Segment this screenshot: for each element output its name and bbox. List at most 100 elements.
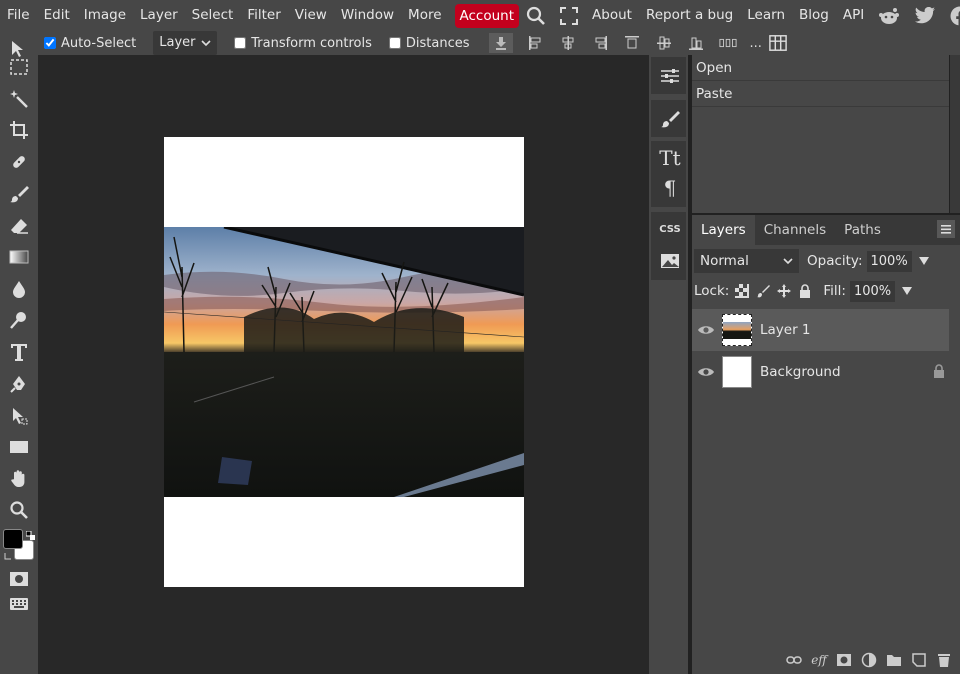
pen-tool-icon[interactable]	[6, 371, 32, 397]
lock-transparency-icon[interactable]	[734, 283, 750, 299]
type-tool-icon[interactable]	[6, 339, 32, 365]
grid-layout-icon[interactable]	[769, 34, 787, 52]
menu-bar: File Edit Image Layer Select Filter View…	[0, 0, 960, 31]
adjustments-icon[interactable]	[657, 63, 683, 89]
brush-settings-group	[651, 100, 686, 137]
align-left-icon[interactable]	[527, 34, 545, 52]
brush-tool-icon[interactable]	[6, 181, 32, 207]
foreground-color-swatch[interactable]	[3, 529, 23, 549]
align-bottom-icon[interactable]	[687, 34, 705, 52]
blog-link[interactable]: Blog	[792, 0, 836, 31]
brush-settings-icon[interactable]	[657, 106, 683, 132]
adjustment-layer-icon[interactable]	[861, 652, 877, 668]
lock-position-icon[interactable]	[776, 283, 792, 299]
reset-colors-icon[interactable]	[4, 550, 13, 560]
quick-mask-icon[interactable]	[6, 566, 32, 592]
options-bar: Auto-Select Layer Transform controls Dis…	[0, 31, 960, 55]
download-icon[interactable]	[488, 33, 513, 53]
opacity-slider-icon[interactable]	[918, 256, 930, 266]
menu-filter[interactable]: Filter	[240, 0, 287, 31]
about-link[interactable]: About	[585, 0, 639, 31]
menu-file[interactable]: File	[0, 0, 37, 31]
rectangle-tool-icon[interactable]	[6, 434, 32, 460]
menu-view[interactable]: View	[288, 0, 334, 31]
history-scrollbar[interactable]	[950, 55, 960, 213]
crop-tool-icon[interactable]	[6, 117, 32, 143]
menu-select[interactable]: Select	[185, 0, 241, 31]
align-center-icon[interactable]	[559, 34, 577, 52]
layer-row-layer-1[interactable]: Layer 1	[692, 309, 949, 351]
api-link[interactable]: API	[836, 0, 871, 31]
more-options[interactable]: ...	[750, 36, 762, 51]
swap-colors-icon[interactable]	[25, 529, 35, 540]
auto-select-option[interactable]: Auto-Select	[44, 36, 136, 51]
new-group-icon[interactable]	[886, 652, 902, 668]
layer-effects-icon[interactable]: eff	[811, 652, 827, 668]
twitter-icon[interactable]	[914, 5, 936, 27]
panel-menu-icon[interactable]	[937, 220, 955, 238]
distances-checkbox[interactable]	[388, 37, 401, 49]
distribute-icon[interactable]	[718, 34, 737, 52]
lock-all-icon[interactable]	[797, 283, 813, 299]
auto-select-target-dropdown[interactable]: Layer	[153, 31, 218, 55]
align-middle-icon[interactable]	[655, 34, 673, 52]
transform-controls-checkbox[interactable]	[234, 37, 247, 49]
magic-wand-tool-icon[interactable]	[6, 86, 32, 112]
add-mask-icon[interactable]	[836, 652, 852, 668]
facebook-icon[interactable]	[950, 5, 960, 27]
auto-select-target-value: Layer	[159, 35, 196, 50]
search-icon[interactable]	[526, 5, 546, 27]
healing-brush-tool-icon[interactable]	[6, 149, 32, 175]
eraser-tool-icon[interactable]	[6, 213, 32, 239]
marquee-tool-icon[interactable]	[6, 54, 32, 80]
opacity-input[interactable]: 100%	[866, 250, 912, 272]
fill-slider-icon[interactable]	[901, 286, 913, 296]
report-bug-link[interactable]: Report a bug	[639, 0, 740, 31]
visibility-eye-icon[interactable]	[692, 366, 720, 378]
lock-pixels-icon[interactable]	[755, 283, 771, 299]
tab-channels[interactable]: Channels	[755, 215, 835, 245]
account-button[interactable]: Account	[454, 3, 520, 28]
delete-layer-icon[interactable]	[936, 652, 952, 668]
paragraph-icon[interactable]: ¶	[657, 175, 683, 201]
keyboard-icon[interactable]	[6, 591, 32, 617]
zoom-tool-icon[interactable]	[6, 497, 32, 523]
menu-layer[interactable]: Layer	[133, 0, 185, 31]
new-layer-icon[interactable]	[911, 652, 927, 668]
gradient-tool-icon[interactable]	[6, 244, 32, 270]
layer-name[interactable]: Background	[760, 364, 841, 380]
learn-link[interactable]: Learn	[740, 0, 792, 31]
character-icon[interactable]: Tt	[657, 145, 683, 171]
align-right-icon[interactable]	[591, 34, 609, 52]
blur-tool-icon[interactable]	[6, 276, 32, 302]
history-item-paste[interactable]: Paste	[692, 81, 949, 107]
image-icon[interactable]	[657, 248, 683, 274]
history-item-open[interactable]: Open	[692, 55, 949, 81]
layer-row-background[interactable]: Background	[692, 351, 949, 393]
fullscreen-icon[interactable]	[560, 5, 579, 27]
layer-name[interactable]: Layer 1	[760, 322, 811, 338]
blend-mode-dropdown[interactable]: Normal	[694, 249, 799, 273]
auto-select-checkbox[interactable]	[44, 37, 56, 49]
menu-edit[interactable]: Edit	[37, 0, 77, 31]
mini-panel: Tt ¶ CSS	[649, 55, 688, 674]
fill-input[interactable]: 100%	[849, 280, 896, 302]
menu-more[interactable]: More	[401, 0, 448, 31]
link-layers-icon[interactable]	[786, 652, 802, 668]
align-top-icon[interactable]	[623, 34, 641, 52]
menu-window[interactable]: Window	[334, 0, 401, 31]
fill-label: Fill:	[823, 283, 846, 299]
distances-option[interactable]: Distances	[388, 36, 470, 51]
css-icon[interactable]: CSS	[657, 216, 683, 242]
dodge-tool-icon[interactable]	[6, 307, 32, 333]
menu-image[interactable]: Image	[77, 0, 133, 31]
transform-controls-option[interactable]: Transform controls	[234, 36, 372, 51]
path-select-tool-icon[interactable]	[6, 403, 32, 429]
tab-paths[interactable]: Paths	[835, 215, 890, 245]
hand-tool-icon[interactable]	[6, 466, 32, 492]
tab-layers[interactable]: Layers	[692, 215, 755, 245]
document-canvas[interactable]	[164, 137, 524, 587]
reddit-icon[interactable]	[878, 5, 900, 27]
visibility-eye-icon[interactable]	[692, 324, 720, 336]
canvas-area[interactable]	[38, 55, 649, 674]
